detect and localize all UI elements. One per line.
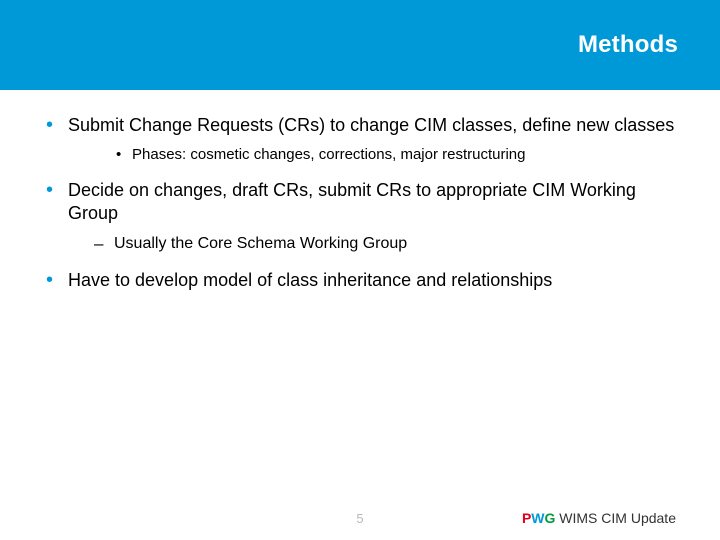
footer: 5 PWG WIMS CIM Update	[0, 502, 720, 526]
brand-letter-w: W	[531, 510, 544, 526]
brand-letter-p: P	[522, 510, 531, 526]
bullet-list: Submit Change Requests (CRs) to change C…	[44, 114, 676, 292]
slide: Methods Submit Change Requests (CRs) to …	[0, 0, 720, 540]
list-item-text: Have to develop model of class inheritan…	[68, 270, 552, 290]
sub-list-item: Phases: cosmetic changes, corrections, m…	[68, 145, 676, 165]
sub-list-item-text: Phases: cosmetic changes, corrections, m…	[132, 146, 526, 163]
header-bar: Methods	[0, 0, 720, 90]
sub-list: Phases: cosmetic changes, corrections, m…	[68, 145, 676, 165]
list-item: Have to develop model of class inheritan…	[44, 269, 676, 292]
list-item: Submit Change Requests (CRs) to change C…	[44, 114, 676, 165]
sub-list: Usually the Core Schema Working Group	[68, 233, 676, 255]
slide-title: Methods	[578, 31, 678, 59]
list-item-text: Submit Change Requests (CRs) to change C…	[68, 115, 674, 135]
list-item: Decide on changes, draft CRs, submit CRs…	[44, 179, 676, 255]
footer-label: WIMS CIM Update	[555, 510, 676, 526]
sub-list-item: Usually the Core Schema Working Group	[68, 233, 676, 255]
page-number: 5	[356, 511, 363, 526]
list-item-text: Decide on changes, draft CRs, submit CRs…	[68, 180, 636, 223]
slide-content: Submit Change Requests (CRs) to change C…	[0, 90, 720, 540]
brand-letter-g: G	[545, 510, 556, 526]
sub-list-item-text: Usually the Core Schema Working Group	[114, 235, 407, 252]
footer-branding: PWG WIMS CIM Update	[522, 510, 676, 526]
